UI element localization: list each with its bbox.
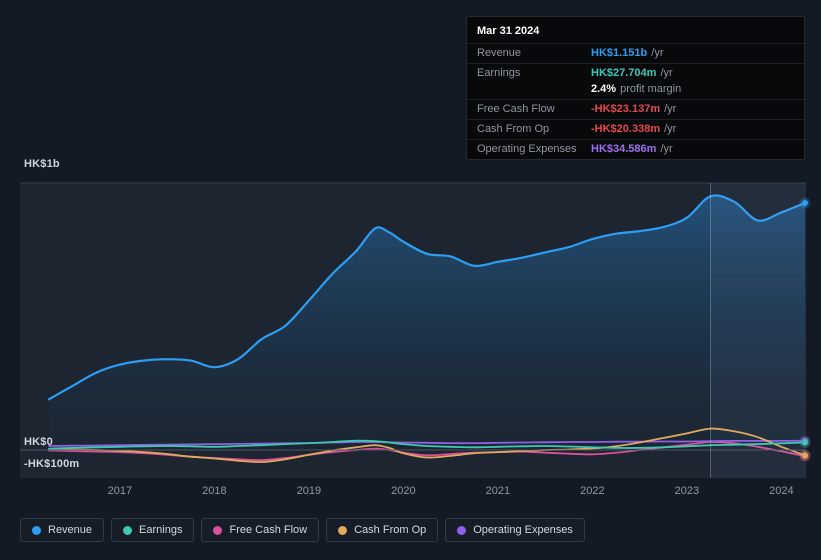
end-marker-revenue [802, 200, 808, 206]
revenue-legend-dot-icon [32, 525, 41, 535]
tooltip: Mar 31 2024 Revenue HK$1.151b/yr Earnings H… [466, 16, 805, 160]
tooltip-rows: Revenue HK$1.151b/yr Earnings HK$27.704m/yr… [467, 43, 804, 159]
tooltip-row-value: 2.4% [591, 83, 617, 95]
chart-highlight-overlay [710, 183, 806, 478]
highlight-region [710, 183, 806, 478]
legend: Revenue Earnings Free Cash Flow Cash From O… [20, 518, 585, 542]
tooltip-date: Mar 31 2024 [477, 25, 540, 37]
tooltip-row-suffix: profit margin [620, 83, 682, 95]
legend-item-label: Free Cash Flow [229, 524, 308, 536]
legend-item-revenue[interactable]: Revenue [20, 518, 105, 542]
tooltip-row-label: Revenue [477, 47, 522, 59]
legend-item-label: Cash From Op [354, 524, 427, 536]
tooltip-row-value: HK$34.586m [591, 143, 657, 155]
tooltip-row-suffix: /yr [664, 103, 677, 115]
tooltip-row-label: Earnings [477, 67, 521, 79]
tooltip-row-free-cash-flow: Free Cash Flow -HK$23.137m/yr [467, 99, 804, 119]
y-axis-label-zero: HK$0 [24, 436, 53, 448]
tooltip-row-value: HK$1.151b [591, 47, 648, 59]
tooltip-row-label: Cash From Op [477, 123, 550, 135]
legend-item-free-cash-flow[interactable]: Free Cash Flow [201, 518, 320, 542]
tooltip-row-value: -HK$20.338m [591, 123, 661, 135]
tooltip-row-label: Operating Expenses [477, 143, 577, 155]
legend-item-operating-expenses[interactable]: Operating Expenses [445, 518, 585, 542]
tooltip-row-suffix: /yr [660, 143, 673, 155]
tooltip-row-revenue: Revenue HK$1.151b/yr [467, 43, 804, 63]
tooltip-row-value: -HK$23.137m [591, 103, 661, 115]
tooltip-row-earnings: Earnings HK$27.704m/yr [467, 63, 804, 83]
legend-item-label: Earnings [139, 524, 183, 536]
earnings-legend-dot-icon [123, 525, 133, 535]
cash-from-op-legend-dot-icon [338, 525, 348, 535]
operating-expenses-legend-dot-icon [457, 525, 467, 535]
legend-item-earnings[interactable]: Earnings [111, 518, 195, 542]
y-axis-label-neg100: -HK$100m [24, 458, 80, 470]
free-cash-flow-legend-dot-icon [213, 525, 223, 535]
legend-item-label: Operating Expenses [473, 524, 573, 536]
legend-item-cash-from-op[interactable]: Cash From Op [326, 518, 439, 542]
tooltip-row-cash-from-op: Cash From Op -HK$20.338m/yr [467, 119, 804, 139]
page: { "tooltip": { "date": "Mar 31 2024", "r… [0, 0, 821, 560]
y-axis-label-1b: HK$1b [24, 158, 60, 170]
end-marker-earnings [802, 439, 808, 446]
tooltip-row-suffix: /yr [664, 123, 677, 135]
tooltip-row-profit-margin: 2.4% profit margin [467, 83, 804, 99]
tooltip-row-operating-expenses: Operating Expenses HK$34.586m/yr [467, 139, 804, 159]
tooltip-row-suffix: /yr [651, 47, 664, 59]
end-marker-cash-from-op [802, 452, 808, 459]
tooltip-row-suffix: /yr [660, 67, 673, 79]
legend-item-label: Revenue [48, 524, 93, 536]
tooltip-row-value: HK$27.704m [591, 67, 657, 79]
tooltip-row-label: Free Cash Flow [477, 103, 555, 115]
